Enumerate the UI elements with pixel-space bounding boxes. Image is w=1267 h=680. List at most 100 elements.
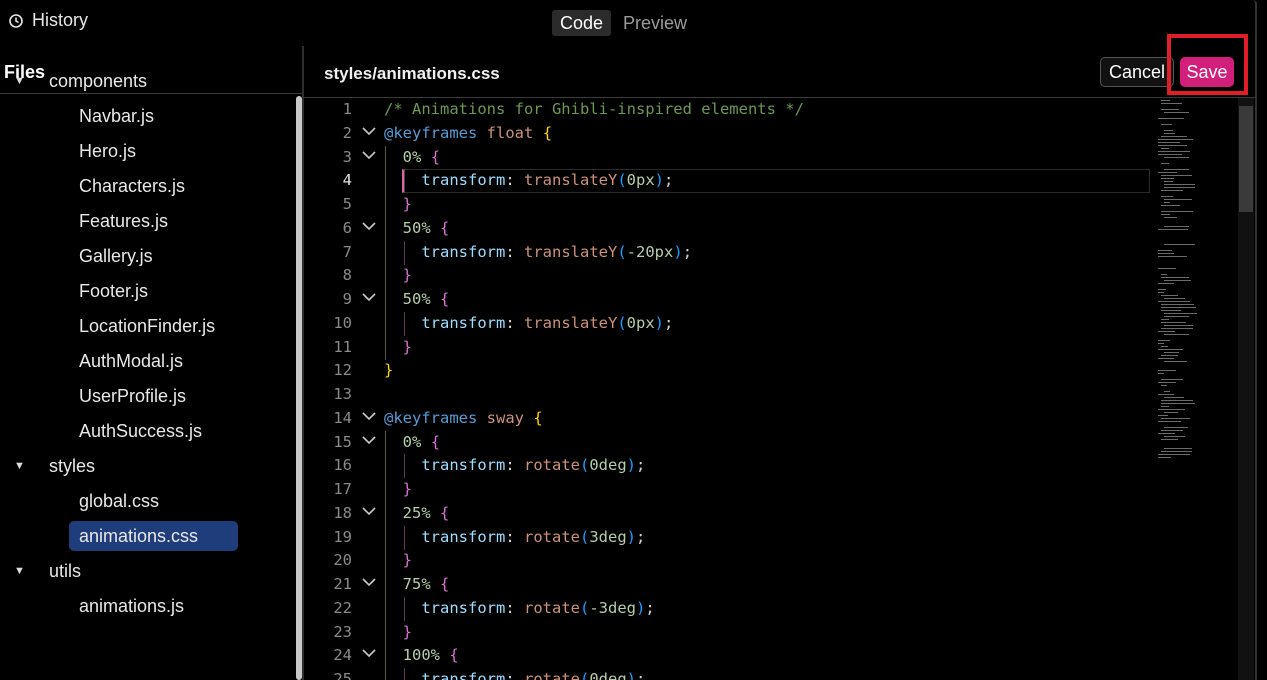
sidebar-scrollbar[interactable] — [296, 96, 302, 680]
chevron-down-icon[interactable]: ▼ — [14, 556, 25, 586]
minimap-line — [1164, 397, 1184, 398]
line-number: 24 — [333, 646, 352, 665]
line-number: 22 — [333, 598, 352, 617]
code-line[interactable]: 5 } — [304, 193, 1150, 217]
save-button[interactable]: Save — [1180, 57, 1234, 87]
code-line[interactable]: 20 } — [304, 549, 1150, 574]
history-button[interactable]: History — [8, 10, 88, 31]
minimap-line — [1164, 436, 1185, 437]
code-line[interactable]: 8 } — [304, 264, 1150, 289]
minimap-line — [1161, 304, 1194, 305]
minimap-line — [1161, 319, 1169, 320]
minimap-line — [1164, 244, 1195, 245]
fold-chevron-icon[interactable] — [361, 502, 377, 526]
minimap-line — [1161, 418, 1190, 419]
code-text: } — [384, 361, 394, 380]
code-line[interactable]: 9 50% { — [304, 288, 1150, 312]
minimap-line — [1161, 439, 1178, 440]
line-number: 1 — [342, 100, 352, 118]
minimap-line — [1164, 112, 1189, 113]
code-line[interactable]: 10 transform: translateY(0px); — [304, 311, 1150, 336]
code-line[interactable]: 2 @keyframes float { — [304, 122, 1150, 146]
minimap-line — [1161, 196, 1173, 197]
code-line[interactable]: 13 — [304, 383, 1150, 407]
cancel-button[interactable]: Cancel — [1100, 57, 1175, 87]
code-text: 100% { — [402, 646, 459, 665]
tree-item-label: Gallery.js — [79, 246, 153, 266]
code-editor[interactable]: 1 /* Animations for Ghibli-inspired eleme… — [304, 98, 1150, 680]
fold-chevron-icon[interactable] — [361, 644, 377, 668]
minimap-line — [1164, 202, 1170, 203]
fold-chevron-icon[interactable] — [361, 407, 377, 431]
minimap-line — [1164, 130, 1173, 131]
tree-item-label: Footer.js — [79, 281, 149, 301]
minimap-line — [1161, 310, 1181, 311]
line-number: 15 — [333, 432, 352, 451]
tree-item-label: UserProfile.js — [79, 386, 187, 406]
code-text: } — [402, 195, 413, 213]
tree-item-label: LocationFinder.js — [79, 316, 216, 336]
code-line[interactable]: 4 transform: translateY(0px); — [304, 169, 1150, 194]
code-line[interactable]: 24 100% { — [304, 644, 1150, 669]
code-line[interactable]: 18 25% { — [304, 501, 1150, 526]
minimap-line — [1161, 400, 1193, 401]
minimap-line — [1158, 433, 1175, 434]
code-line[interactable]: 21 75% { — [304, 573, 1150, 597]
code-text: transform: rotate(0deg); — [421, 456, 646, 475]
editor-scrollbar-thumb[interactable] — [1239, 106, 1253, 212]
minimap-line — [1158, 154, 1182, 155]
fold-chevron-icon[interactable] — [361, 146, 377, 170]
minimap-line — [1161, 406, 1169, 407]
code-line[interactable]: 19 transform: rotate(3deg); — [304, 525, 1150, 550]
minimap-line — [1158, 331, 1175, 332]
code-line[interactable]: 23 } — [304, 620, 1150, 645]
minimap-line — [1164, 157, 1189, 158]
code-line[interactable]: 3 0% { — [304, 145, 1150, 170]
code-line[interactable]: 17 } — [304, 478, 1150, 502]
minimap-line — [1161, 346, 1168, 347]
code-line[interactable]: 25 transform: rotate(0deg); — [304, 668, 1150, 680]
code-text: } — [402, 337, 413, 356]
minimap-line — [1161, 355, 1178, 356]
code-text: 75% { — [402, 575, 450, 593]
minimap-line — [1164, 217, 1177, 218]
code-line[interactable]: 7 transform: translateY(-20px); — [304, 240, 1150, 265]
minimap-line — [1161, 322, 1186, 323]
fold-chevron-icon[interactable] — [361, 122, 377, 146]
code-line[interactable]: 14 @keyframes sway { — [304, 407, 1150, 431]
code-line[interactable]: 12} — [304, 359, 1150, 383]
code-line[interactable]: 11 } — [304, 335, 1150, 360]
code-text: transform: translateY(0px); — [421, 171, 674, 190]
code-line[interactable]: 16 transform: rotate(0deg); — [304, 454, 1150, 479]
minimap-line — [1158, 457, 1171, 458]
line-number: 21 — [333, 575, 352, 593]
minimap-line — [1158, 172, 1177, 173]
minimap-line — [1164, 226, 1189, 227]
code-line[interactable]: 22 transform: rotate(-3deg); — [304, 596, 1150, 621]
minimap-line — [1161, 163, 1169, 164]
minimap-line — [1164, 181, 1173, 182]
fold-chevron-icon[interactable] — [361, 573, 377, 597]
minimap-line — [1164, 184, 1195, 185]
tree-file[interactable]: animations.css — [69, 521, 238, 551]
code-line[interactable]: 15 0% { — [304, 430, 1150, 455]
code-text: transform: rotate(3deg); — [421, 527, 646, 546]
minimap-line — [1158, 151, 1190, 152]
minimap[interactable] — [1150, 98, 1238, 478]
code-line[interactable]: 6 50% { — [304, 216, 1150, 241]
line-number: 20 — [333, 551, 352, 570]
code-line[interactable]: 1 /* Animations for Ghibli-inspired eleme… — [304, 98, 1150, 122]
chevron-down-icon[interactable]: ▼ — [14, 66, 25, 96]
fold-chevron-icon[interactable] — [361, 431, 377, 455]
fold-chevron-icon[interactable] — [361, 217, 377, 241]
minimap-line — [1161, 148, 1169, 149]
tab-code[interactable]: Code — [552, 10, 612, 36]
minimap-line — [1164, 169, 1189, 170]
history-icon — [9, 13, 23, 28]
fold-chevron-icon[interactable] — [361, 288, 377, 312]
code-text: 25% { — [402, 503, 450, 522]
minimap-line — [1161, 379, 1183, 380]
tab-preview[interactable]: Preview — [615, 10, 695, 36]
chevron-down-icon[interactable]: ▼ — [14, 451, 25, 481]
minimap-line — [1164, 316, 1189, 317]
